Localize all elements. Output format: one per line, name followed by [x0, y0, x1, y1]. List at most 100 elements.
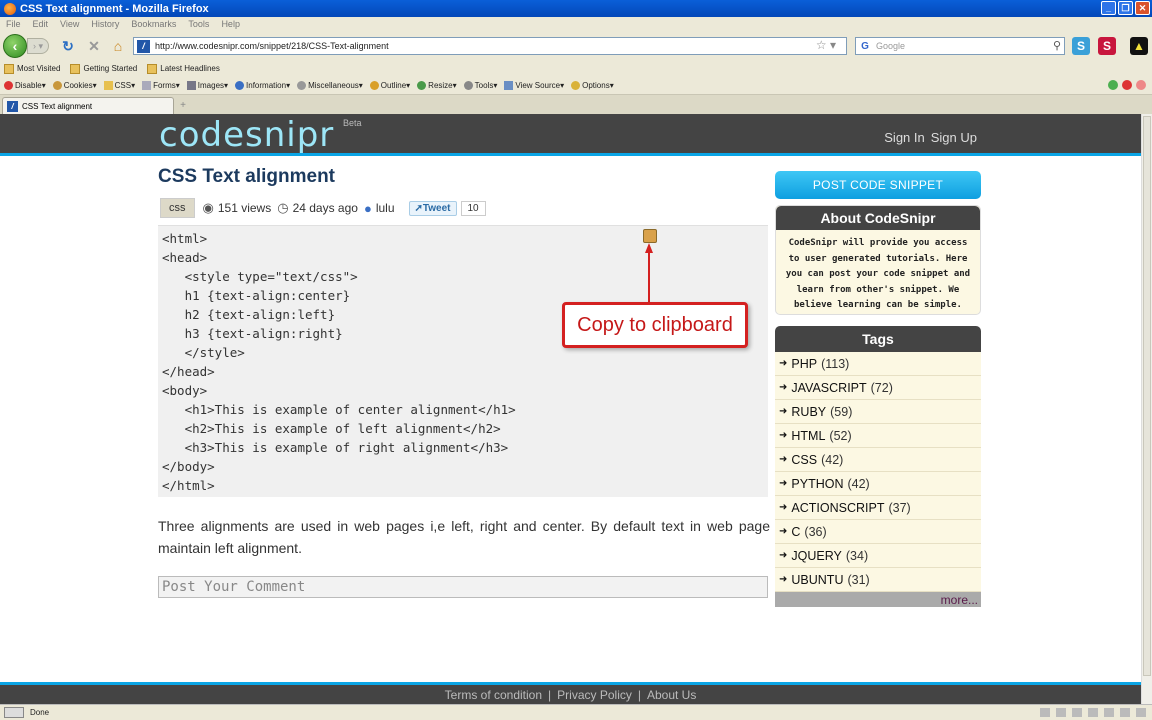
- dev-view-source[interactable]: View Source ▾: [504, 81, 564, 90]
- bookmarks-toolbar: Most Visited Getting Started Latest Head…: [0, 60, 1152, 77]
- extension-arrow-icon[interactable]: ▲: [1130, 37, 1148, 55]
- tab-css-text-alignment[interactable]: / CSS Text alignment: [2, 97, 174, 114]
- menu-help[interactable]: Help: [221, 19, 240, 29]
- dev-label: Forms: [153, 81, 176, 90]
- code-line: <h1>This is example of center alignment<…: [162, 402, 516, 417]
- reload-icon[interactable]: ↻: [60, 38, 76, 54]
- tag-name: UBUNTU: [791, 572, 844, 587]
- dev-miscellaneous[interactable]: Miscellaneous ▾: [297, 81, 363, 90]
- about-title: About CodeSnipr: [776, 206, 980, 230]
- dev-disable[interactable]: Disable ▾: [4, 81, 46, 90]
- tag-name: PYTHON: [791, 476, 844, 491]
- site-logo[interactable]: codesnipr: [159, 115, 334, 155]
- post-author[interactable]: lulu: [376, 201, 395, 215]
- close-icon[interactable]: ✕: [1135, 1, 1150, 15]
- tag-item[interactable]: ➜ ACTIONSCRIPT (37): [775, 496, 981, 520]
- arrow-right-icon: ➜: [779, 550, 788, 561]
- menu-edit[interactable]: Edit: [33, 19, 49, 29]
- tag-item[interactable]: ➜ PYTHON (42): [775, 472, 981, 496]
- tab-favicon-icon: /: [7, 100, 18, 112]
- page-scrollbar[interactable]: [1141, 114, 1152, 704]
- check-icon[interactable]: [1108, 80, 1118, 90]
- sign-up-link[interactable]: Sign Up: [931, 130, 977, 145]
- sign-in-link[interactable]: Sign In: [884, 130, 924, 145]
- tweet-count: 10: [460, 200, 486, 216]
- bookmark-getting-started[interactable]: Getting Started: [70, 63, 137, 74]
- window-title: CSS Text alignment - Mozilla Firefox: [20, 2, 209, 15]
- menu-tools[interactable]: Tools: [188, 19, 209, 29]
- addon-icon[interactable]: [1104, 708, 1114, 717]
- tag-item[interactable]: ➜ C (36): [775, 520, 981, 544]
- window-controls: _ ❐ ✕: [1101, 1, 1150, 15]
- error-icon[interactable]: [1122, 80, 1132, 90]
- dev-information[interactable]: Information ▾: [235, 81, 290, 90]
- menu-view[interactable]: View: [60, 19, 79, 29]
- tags-panel: Tags ➜ PHP (113) ➜ JAVASCRIPT (72) ➜ RUBY (59)…: [775, 326, 981, 607]
- tweet-button[interactable]: ➚Tweet: [408, 200, 457, 216]
- addon-icon[interactable]: [1120, 708, 1130, 717]
- forward-button[interactable]: › ▾: [27, 38, 49, 54]
- dev-css[interactable]: CSS ▾: [103, 81, 135, 90]
- tag-item[interactable]: ➜ UBUNTU (31): [775, 568, 981, 592]
- stop-icon[interactable]: ✕: [86, 38, 102, 54]
- dev-outline[interactable]: Outline ▾: [369, 81, 410, 90]
- tag-item[interactable]: ➜ JQUERY (34): [775, 544, 981, 568]
- addon-icon[interactable]: [1136, 708, 1146, 717]
- code-line: h1 {text-align:center}: [162, 288, 351, 303]
- addon-icon[interactable]: [1072, 708, 1082, 717]
- post-code-snippet-button[interactable]: POST CODE SNIPPET: [775, 171, 981, 199]
- address-bar[interactable]: / http://www.codesnipr.com/snippet/218/C…: [133, 37, 847, 55]
- dev-resize[interactable]: Resize ▾: [417, 81, 457, 90]
- copy-to-clipboard-icon[interactable]: [643, 229, 657, 243]
- dev-options[interactable]: Options ▾: [571, 81, 614, 90]
- menu-bookmarks[interactable]: Bookmarks: [131, 19, 176, 29]
- tag-name: HTML: [791, 428, 826, 443]
- google-icon[interactable]: G: [858, 39, 872, 53]
- new-tab-icon[interactable]: +: [176, 99, 190, 112]
- dev-tools[interactable]: Tools ▾: [463, 81, 497, 90]
- search-icon[interactable]: ⚲: [1053, 39, 1061, 52]
- scrollbar-thumb[interactable]: [1143, 116, 1151, 676]
- tag-item[interactable]: ➜ JAVASCRIPT (72): [775, 376, 981, 400]
- terms-link[interactable]: Terms of condition: [445, 688, 542, 702]
- dev-cookies[interactable]: Cookies ▾: [52, 81, 97, 90]
- dev-forms[interactable]: Forms ▾: [142, 81, 180, 90]
- about-us-link[interactable]: About Us: [647, 688, 696, 702]
- skype-icon[interactable]: S: [1072, 37, 1090, 55]
- minimize-icon[interactable]: _: [1101, 1, 1116, 15]
- tag-item[interactable]: ➜ RUBY (59): [775, 400, 981, 424]
- addon-icon[interactable]: [1040, 708, 1050, 717]
- beta-badge: Beta: [343, 118, 362, 128]
- tag-count: (36): [804, 524, 827, 539]
- tag-item[interactable]: ➜ CSS (42): [775, 448, 981, 472]
- bookmark-latest-headlines[interactable]: Latest Headlines: [147, 63, 220, 74]
- bookmark-label: Most Visited: [17, 64, 61, 73]
- bookmark-star-icon[interactable]: ☆ ▾: [816, 38, 836, 52]
- addon-icon[interactable]: [1088, 708, 1098, 717]
- back-button[interactable]: ‹: [3, 34, 27, 58]
- maximize-icon[interactable]: ❐: [1118, 1, 1133, 15]
- post-age: 24 days ago: [292, 201, 358, 215]
- bookmark-most-visited[interactable]: Most Visited: [4, 63, 61, 74]
- search-bar[interactable]: G Google ⚲: [855, 37, 1065, 55]
- s-extension-icon[interactable]: S: [1098, 37, 1116, 55]
- tags-title: Tags: [775, 326, 981, 352]
- home-icon[interactable]: ⌂: [110, 38, 126, 54]
- warning-icon[interactable]: [1136, 80, 1146, 90]
- post-tag[interactable]: css: [160, 198, 195, 218]
- code-line: <style type="text/css">: [162, 269, 358, 284]
- information-icon: [235, 81, 245, 90]
- bookmark-page-icon: [70, 63, 81, 74]
- tag-item[interactable]: ➜ HTML (52): [775, 424, 981, 448]
- dev-images[interactable]: Images ▾: [186, 81, 228, 90]
- callout-arrow: [645, 243, 653, 303]
- code-line: </html>: [162, 478, 215, 493]
- copy-to-clipboard-callout: Copy to clipboard: [562, 302, 748, 348]
- post-comment-input[interactable]: Post Your Comment: [158, 576, 768, 598]
- privacy-link[interactable]: Privacy Policy: [557, 688, 632, 702]
- menu-file[interactable]: File: [6, 19, 21, 29]
- menu-history[interactable]: History: [91, 19, 119, 29]
- more-tags-link[interactable]: more...: [775, 592, 981, 607]
- tag-item[interactable]: ➜ PHP (113): [775, 352, 981, 376]
- addon-icon[interactable]: [1056, 708, 1066, 717]
